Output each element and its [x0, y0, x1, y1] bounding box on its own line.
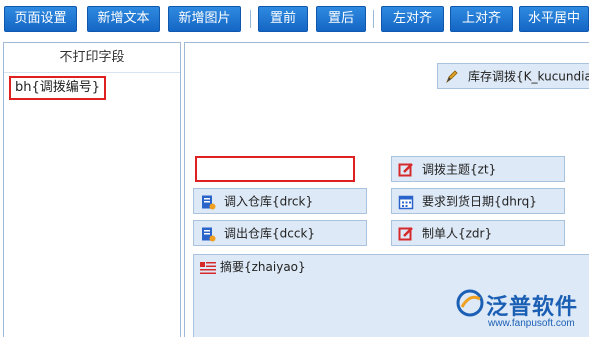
subject-field[interactable]: 调拨主题{zt}	[391, 156, 565, 182]
send-back-button[interactable]: 置后	[316, 6, 366, 32]
toolbar: 页面设置 新增文本 新增图片 置前 置后 左对齐 上对齐 水平居中	[0, 0, 589, 40]
logo-icon	[456, 289, 484, 317]
toolbar-separator	[373, 10, 374, 28]
add-text-button[interactable]: 新增文本	[87, 6, 160, 32]
in-warehouse-field[interactable]: 调入仓库{drck}	[193, 188, 367, 214]
title-field-label: 库存调拨{K_kucundiao	[468, 69, 589, 84]
creator-field[interactable]: 制单人{zdr}	[391, 220, 565, 246]
document-icon	[202, 195, 216, 209]
required-date-field[interactable]: 要求到货日期{dhrq}	[391, 188, 565, 214]
center-horizontal-button[interactable]: 水平居中	[519, 6, 589, 32]
bring-front-button[interactable]: 置前	[258, 6, 308, 32]
brand-logo: 泛普软件 www.fanpusoft.com	[456, 287, 586, 333]
text-lines-icon	[200, 262, 216, 274]
align-top-button[interactable]: 上对齐	[450, 6, 513, 32]
document-icon	[202, 227, 216, 241]
panel-header: 不打印字段	[4, 43, 180, 73]
align-left-button[interactable]: 左对齐	[381, 6, 444, 32]
non-print-fields-panel: 不打印字段 bh{调拨编号}	[3, 42, 181, 337]
selection-highlight[interactable]	[195, 156, 355, 182]
logo-name: 泛普软件	[486, 295, 579, 320]
calendar-icon	[398, 195, 414, 209]
logo-url: www.fanpusoft.com	[488, 318, 575, 329]
toolbar-separator	[250, 10, 251, 28]
edit-icon	[398, 162, 413, 176]
pencil-icon	[446, 69, 458, 83]
field-item-transfer-number[interactable]: bh{调拨编号}	[9, 76, 107, 100]
edit-icon	[398, 226, 413, 240]
title-field[interactable]: 库存调拨{K_kucundiao	[437, 63, 589, 89]
page-setup-button[interactable]: 页面设置	[4, 6, 77, 32]
add-image-button[interactable]: 新增图片	[168, 6, 241, 32]
out-warehouse-field[interactable]: 调出仓库{dcck}	[193, 220, 367, 246]
